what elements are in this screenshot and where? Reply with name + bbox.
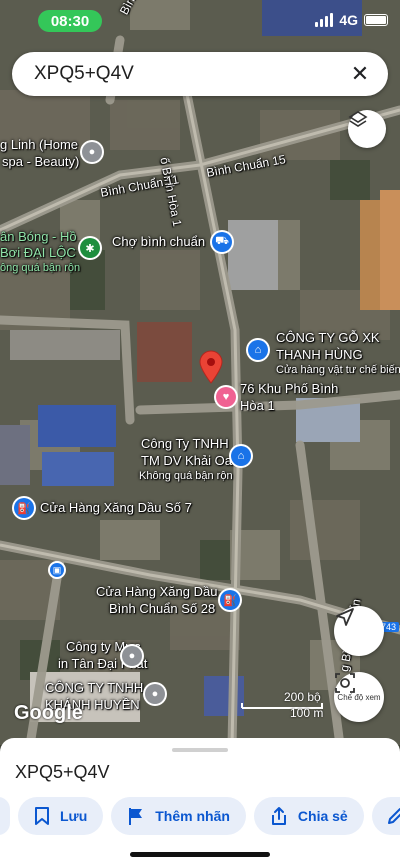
camera-icon — [335, 673, 355, 693]
place-label[interactable]: Hòa 1 — [240, 398, 275, 414]
share-icon — [271, 807, 286, 825]
place-label[interactable]: ân Bóng - Hồ — [0, 229, 77, 245]
google-logo: Google — [14, 702, 83, 724]
satellite-map[interactable]: 08:30 4G XPQ5+Q4V ✕ g Linh (Home spa - B… — [0, 0, 400, 745]
sheet-drag-handle[interactable] — [172, 748, 228, 752]
place-title: XPQ5+Q4V — [15, 762, 110, 782]
bus-stop-icon[interactable]: ▣ — [50, 563, 64, 577]
signal-icon — [315, 13, 334, 27]
place-pin-icon[interactable]: ● — [145, 684, 165, 704]
place-label[interactable]: Cửa Hàng Xăng Dầu — [96, 584, 217, 600]
layers-button[interactable] — [348, 110, 386, 148]
gas-station-pin-icon[interactable]: ⛽ — [14, 498, 34, 518]
chip-partial-left[interactable] — [0, 797, 10, 835]
place-label[interactable]: Bơi ĐẠI LỘC — [0, 245, 76, 261]
edit-button[interactable] — [371, 797, 400, 835]
location-marker-icon[interactable] — [198, 350, 224, 384]
status-time: 08:30 — [38, 10, 102, 32]
search-bar[interactable]: XPQ5+Q4V ✕ — [12, 52, 388, 96]
store-pin-icon[interactable]: ⌂ — [231, 446, 251, 466]
directions-button[interactable] — [334, 606, 384, 656]
action-chips: Lưu Thêm nhãn Chia sẻ — [0, 797, 400, 835]
place-category: Cửa hàng vật tư chế biến g — [276, 364, 400, 376]
add-label-button[interactable]: Thêm nhãn — [111, 797, 246, 835]
view-mode-label: Chế độ xem — [337, 693, 381, 702]
layers-icon — [348, 111, 368, 127]
place-label[interactable]: CÔNG TY GỖ XK — [276, 330, 380, 346]
flag-icon — [129, 808, 143, 825]
home-indicator — [130, 852, 270, 857]
place-label[interactable]: spa - Beauty) — [2, 154, 79, 170]
scale-meters: 100 m — [290, 706, 324, 720]
close-icon[interactable]: ✕ — [346, 60, 374, 88]
place-label[interactable]: g Linh (Home — [0, 137, 78, 153]
share-button[interactable]: Chia sẻ — [253, 797, 364, 835]
recreation-pin-icon[interactable]: ✱ — [80, 238, 100, 258]
navigation-arrow-icon — [336, 608, 354, 626]
place-label[interactable]: THANH HÙNG — [276, 347, 363, 363]
scale-feet: 200 bộ — [284, 690, 321, 704]
save-button[interactable]: Lưu — [18, 797, 104, 835]
save-label: Lưu — [60, 808, 88, 824]
place-label[interactable]: Công Ty TNHH — [141, 436, 229, 452]
store-pin-icon[interactable]: ⌂ — [248, 340, 268, 360]
network-type: 4G — [339, 12, 358, 28]
scale-bar: 200 bộ 100 m — [238, 690, 323, 720]
bookmark-icon — [35, 807, 49, 825]
status-indicators: 4G — [315, 12, 388, 28]
place-label[interactable]: CÔNG TY TNHH — [45, 680, 143, 696]
view-mode-button[interactable]: Chế độ xem — [334, 672, 384, 722]
pencil-icon — [387, 808, 400, 824]
saved-place-heart-icon[interactable]: ♥ — [216, 387, 236, 407]
battery-icon — [364, 14, 388, 26]
add-label-label: Thêm nhãn — [155, 808, 230, 824]
place-status: Không quá bận rộn — [139, 470, 233, 482]
gas-station-pin-icon[interactable]: ⛽ — [220, 590, 240, 610]
place-pin-icon[interactable]: ● — [82, 142, 102, 162]
place-label[interactable]: Chợ bình chuẩn — [112, 234, 205, 250]
place-label[interactable]: Bình Chuẩn Số 28 — [109, 601, 215, 617]
shopping-pin-icon[interactable]: ⛟ — [212, 232, 232, 252]
place-pin-icon[interactable]: ● — [122, 646, 142, 666]
place-status: ông quá bận rộn — [0, 262, 81, 274]
place-label[interactable]: 76 Khu Phố Bình — [240, 381, 338, 397]
search-query[interactable]: XPQ5+Q4V — [34, 63, 346, 85]
place-label[interactable]: Cửa Hàng Xăng Dầu Số 7 — [40, 500, 192, 516]
share-label: Chia sẻ — [297, 808, 348, 824]
